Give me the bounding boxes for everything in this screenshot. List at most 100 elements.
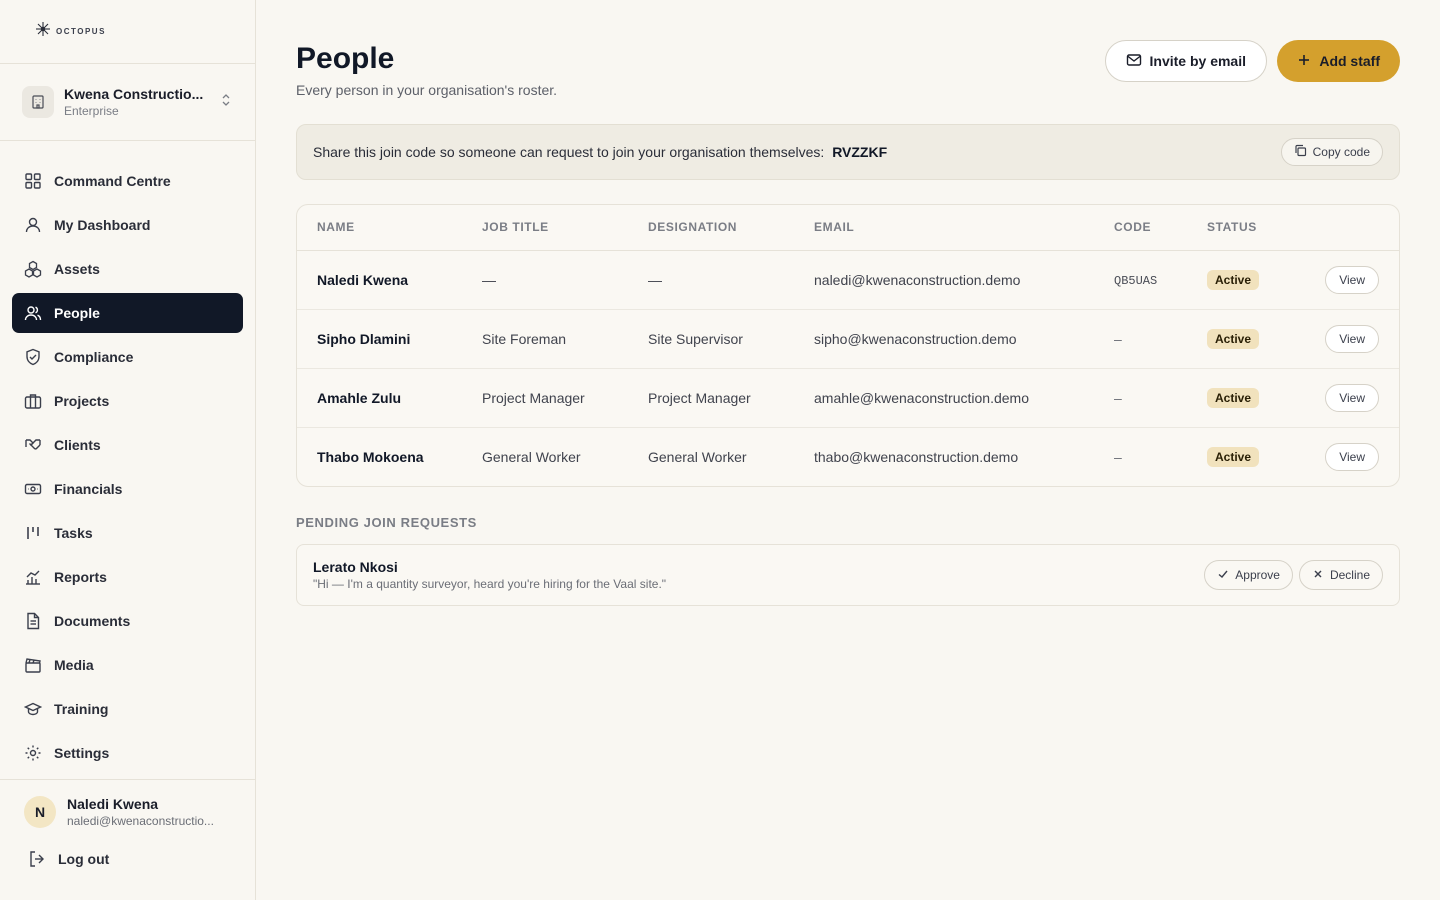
cell-code: – <box>1114 448 1122 465</box>
cell-email: thabo@kwenaconstruction.demo <box>814 448 1019 465</box>
copy-code-label: Copy code <box>1312 145 1370 159</box>
sidebar-item-media[interactable]: Media <box>12 645 243 685</box>
cell-designation: Project Manager <box>648 368 814 428</box>
building-office-icon <box>22 86 54 118</box>
column-header-status[interactable]: STATUS <box>1207 205 1307 251</box>
logout-icon <box>28 850 46 868</box>
sidebar-item-command-centre[interactable]: Command Centre <box>12 161 243 201</box>
pending-request-item: Lerato Nkosi "Hi — I'm a quantity survey… <box>296 544 1400 606</box>
sidebar-item-label: Documents <box>54 613 131 629</box>
org-plan: Enterprise <box>64 104 119 118</box>
copy-code-button[interactable]: Copy code <box>1280 138 1383 166</box>
handshake-icon <box>24 436 42 454</box>
grid-icon <box>24 172 42 190</box>
table-row[interactable]: Naledi Kwena — — naledi@kwenaconstructio… <box>297 250 1399 310</box>
pending-request-name: Lerato Nkosi <box>313 559 398 575</box>
sidebar-item-projects[interactable]: Projects <box>12 381 243 421</box>
user-icon <box>24 216 42 234</box>
table-row[interactable]: Amahle Zulu Project Manager Project Mana… <box>297 368 1399 428</box>
avatar: N <box>24 796 56 828</box>
sidebar-item-people[interactable]: People <box>12 293 243 333</box>
view-button[interactable]: View <box>1325 383 1379 412</box>
status-badge: Active <box>1207 269 1260 290</box>
copy-icon <box>1294 144 1307 160</box>
column-header-actions <box>1307 205 1399 251</box>
add-staff-label: Add staff <box>1319 53 1380 69</box>
status-badge: Active <box>1207 328 1260 349</box>
cell-email: sipho@kwenaconstruction.demo <box>814 309 1114 369</box>
invite-by-email-button[interactable]: Invite by email <box>1104 40 1267 82</box>
column-header-designation[interactable]: DESIGNATION <box>648 205 814 251</box>
decline-label: Decline <box>1329 568 1370 582</box>
column-header-code[interactable]: CODE <box>1114 205 1207 251</box>
sidebar: OCTOPUS Kwena Constructio... Enterprise … <box>0 0 256 900</box>
decline-button[interactable]: Decline <box>1298 560 1383 590</box>
people-table-card: NAME JOB TITLE DESIGNATION EMAIL CODE ST… <box>296 204 1400 487</box>
cell-designation: — <box>648 250 814 310</box>
invite-label: Invite by email <box>1149 53 1246 69</box>
cell-designation: General Worker <box>648 448 747 465</box>
join-code-text: Share this join code so someone can requ… <box>313 144 1281 160</box>
view-button[interactable]: View <box>1325 442 1379 471</box>
sidebar-item-label: People <box>54 305 100 321</box>
sidebar-item-label: Training <box>54 701 109 717</box>
sidebar-item-label: Clients <box>54 437 101 453</box>
chart-icon <box>24 568 42 586</box>
sidebar-item-my-dashboard[interactable]: My Dashboard <box>12 205 243 245</box>
pending-requests-heading: PENDING JOIN REQUESTS <box>296 515 477 530</box>
cell-job-title: Project Manager <box>482 368 648 428</box>
cell-email: naledi@kwenaconstruction.demo <box>814 250 1114 310</box>
check-icon <box>1217 568 1229 583</box>
logout-button[interactable]: Log out <box>24 850 231 868</box>
main-content: People Every person in your organisation… <box>296 0 1400 606</box>
sidebar-item-label: Settings <box>54 745 110 761</box>
user-name: Naledi Kwena <box>67 796 159 812</box>
chevron-up-down-icon <box>219 93 233 112</box>
shield-check-icon <box>24 348 42 366</box>
people-table: NAME JOB TITLE DESIGNATION EMAIL CODE ST… <box>297 205 1399 486</box>
graduation-cap-icon <box>24 700 42 718</box>
document-icon <box>24 612 42 630</box>
table-header-row: NAME JOB TITLE DESIGNATION EMAIL CODE ST… <box>297 205 1399 251</box>
sidebar-item-settings[interactable]: Settings <box>12 733 243 773</box>
join-code: RVZZKF <box>832 144 888 160</box>
sidebar-item-label: Projects <box>54 393 110 409</box>
org-switcher[interactable]: Kwena Constructio... Enterprise <box>0 64 255 141</box>
add-staff-button[interactable]: Add staff <box>1277 40 1400 82</box>
close-icon <box>1312 568 1324 583</box>
users-icon <box>24 304 42 322</box>
user-email: naledi@kwenaconstructio... <box>67 814 214 828</box>
sidebar-item-assets[interactable]: Assets <box>12 249 243 289</box>
building-icon <box>24 392 42 410</box>
sidebar-item-financials[interactable]: Financials <box>12 469 243 509</box>
status-badge: Active <box>1207 387 1260 408</box>
brand-logo[interactable]: OCTOPUS <box>0 0 255 64</box>
page-header: People Every person in your organisation… <box>296 0 1400 124</box>
approve-button[interactable]: Approve <box>1204 560 1293 590</box>
clapperboard-icon <box>24 656 42 674</box>
sidebar-item-label: Command Centre <box>54 173 171 189</box>
table-row[interactable]: Thabo Mokoena General Worker General Wor… <box>297 427 1399 486</box>
join-code-banner: Share this join code so someone can requ… <box>296 124 1400 180</box>
view-button[interactable]: View <box>1325 324 1379 353</box>
column-header-email[interactable]: EMAIL <box>814 205 1114 251</box>
sidebar-item-compliance[interactable]: Compliance <box>12 337 243 377</box>
column-header-job-title[interactable]: JOB TITLE <box>482 205 648 251</box>
view-button[interactable]: View <box>1325 265 1379 294</box>
user-profile[interactable]: N Naledi Kwena naledi@kwenaconstructio..… <box>24 796 231 828</box>
cubes-icon <box>24 260 42 278</box>
sidebar-item-tasks[interactable]: Tasks <box>12 513 243 553</box>
sidebar-item-training[interactable]: Training <box>12 689 243 729</box>
sidebar-item-documents[interactable]: Documents <box>12 601 243 641</box>
cell-name: Sipho Dlamini <box>297 309 482 369</box>
cell-email: amahle@kwenaconstruction.demo <box>814 368 1114 428</box>
cell-designation: Site Supervisor <box>648 309 814 369</box>
column-header-name[interactable]: NAME <box>297 205 482 251</box>
cell-code: – <box>1114 389 1122 406</box>
sidebar-item-reports[interactable]: Reports <box>12 557 243 597</box>
pending-request-message: "Hi — I'm a quantity surveyor, heard you… <box>313 577 667 591</box>
cell-code: – <box>1114 330 1122 347</box>
table-row[interactable]: Sipho Dlamini Site Foreman Site Supervis… <box>297 309 1399 369</box>
sidebar-item-clients[interactable]: Clients <box>12 425 243 465</box>
cell-job-title: General Worker <box>482 448 581 465</box>
